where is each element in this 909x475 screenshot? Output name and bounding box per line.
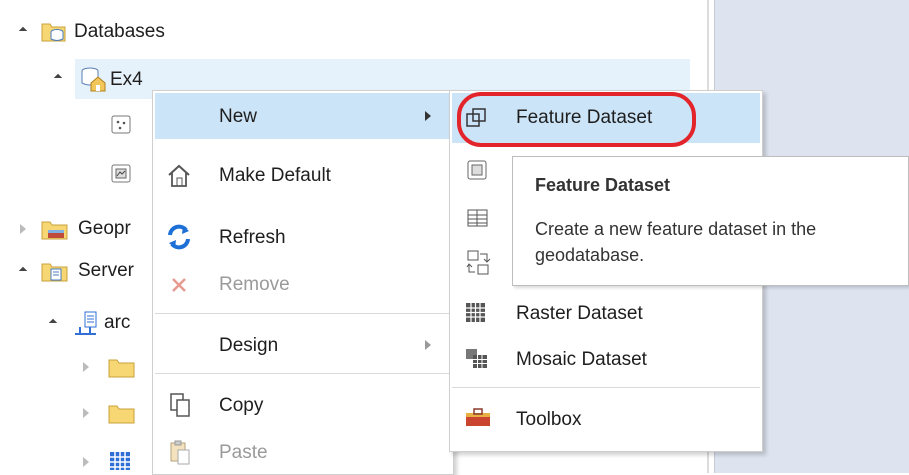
tooltip-line-2: geodatabase.: [535, 245, 645, 265]
copy-icon: [170, 393, 190, 417]
submenu-item-toolbox[interactable]: Toolbox: [452, 397, 760, 441]
submenu-item-raster-catalog[interactable]: [452, 151, 512, 195]
tooltip-line-1: Create a new feature dataset in the: [535, 219, 817, 239]
refresh-label: Refresh: [219, 227, 286, 248]
submenu-item-table[interactable]: [452, 199, 512, 243]
submenu-arrow-icon: [425, 111, 431, 121]
copy-label: Copy: [219, 395, 264, 416]
menu-item-copy[interactable]: Copy: [155, 383, 451, 427]
mosaic-dataset-icon: [466, 349, 487, 368]
menu-item-make-default[interactable]: Make Default: [155, 153, 451, 197]
menu-item-new[interactable]: New: [155, 93, 451, 139]
toolbox-icon: [466, 408, 490, 426]
folder-database-icon: [41, 23, 66, 42]
collapse-arrow-icon[interactable]: [18, 26, 28, 36]
collapse-arrow-icon[interactable]: [18, 266, 28, 276]
expand-arrow-icon[interactable]: [83, 362, 89, 372]
menu-item-remove[interactable]: Remove: [155, 263, 451, 305]
expand-arrow-icon[interactable]: [83, 457, 89, 467]
expand-arrow-icon[interactable]: [20, 224, 26, 234]
arc-label: arc: [104, 312, 131, 333]
server-connection-icon: [75, 311, 97, 335]
relationship-class-icon: [466, 250, 491, 275]
folder-icon: [108, 405, 135, 424]
tooltip-title: Feature Dataset: [535, 175, 671, 195]
servers-label: Server: [78, 260, 134, 281]
feature-dataset-tooltip: Feature Dataset Create a new feature dat…: [512, 156, 909, 286]
raster-dataset-label: Raster Dataset: [516, 303, 643, 324]
paste-icon: [170, 440, 190, 465]
point-feature-class-icon: [111, 115, 131, 134]
menu-separator: [155, 313, 451, 314]
raster-dataset-icon: [111, 164, 131, 183]
folder-icon: [108, 359, 135, 378]
folder-server-icon: [41, 263, 68, 282]
expand-arrow-icon[interactable]: [83, 408, 89, 418]
collapse-arrow-icon[interactable]: [48, 318, 58, 328]
menu-item-design[interactable]: Design: [155, 323, 451, 367]
tree-item-feature-class[interactable]: [105, 113, 145, 143]
menu-separator: [155, 373, 451, 374]
raster-grid-icon: [466, 303, 485, 322]
remove-label: Remove: [219, 274, 290, 295]
paste-label: Paste: [219, 442, 268, 463]
menu-item-refresh[interactable]: Refresh: [155, 215, 451, 259]
tree-item-folder[interactable]: [75, 398, 150, 430]
table-icon: [467, 209, 488, 227]
tree-item-folder[interactable]: [75, 352, 150, 384]
home-geodatabase-icon: [81, 67, 106, 92]
submenu-item-mosaic-dataset[interactable]: Mosaic Dataset: [452, 337, 760, 381]
make-default-label: Make Default: [219, 165, 331, 186]
menu-separator: [452, 387, 760, 388]
highlight-annotation: [457, 92, 696, 147]
submenu-item-relationship-class[interactable]: [452, 243, 512, 287]
databases-label: Databases: [74, 21, 165, 42]
toolbox-label: Toolbox: [516, 409, 582, 430]
tree-item-raster[interactable]: [105, 162, 145, 192]
submenu-item-raster-dataset[interactable]: Raster Dataset: [452, 291, 760, 335]
tree-item-servers[interactable]: Server: [10, 256, 160, 288]
new-label: New: [219, 106, 258, 127]
design-label: Design: [219, 335, 279, 356]
raster-catalog-icon: [467, 160, 487, 180]
submenu-arrow-icon: [425, 340, 431, 350]
mosaic-dataset-label: Mosaic Dataset: [516, 349, 647, 370]
context-menu: New Make Default Refresh Remove Design C…: [152, 90, 454, 475]
collapse-arrow-icon[interactable]: [53, 73, 63, 83]
map-service-grid-icon: [110, 452, 130, 470]
gdb-label: Ex4: [110, 69, 143, 90]
refresh-icon: [168, 224, 190, 250]
remove-x-icon: [172, 278, 186, 292]
tree-item-databases[interactable]: Databases: [10, 16, 210, 48]
geopr-label: Geopr: [78, 218, 131, 239]
tree-item-arc-server[interactable]: arc: [40, 308, 160, 340]
tree-item-geoprocessing[interactable]: Geopr: [10, 214, 160, 246]
tree-item-service[interactable]: [75, 445, 150, 473]
home-icon: [168, 164, 190, 187]
folder-toolbox-icon: [41, 221, 68, 240]
menu-item-paste[interactable]: Paste: [155, 433, 451, 473]
